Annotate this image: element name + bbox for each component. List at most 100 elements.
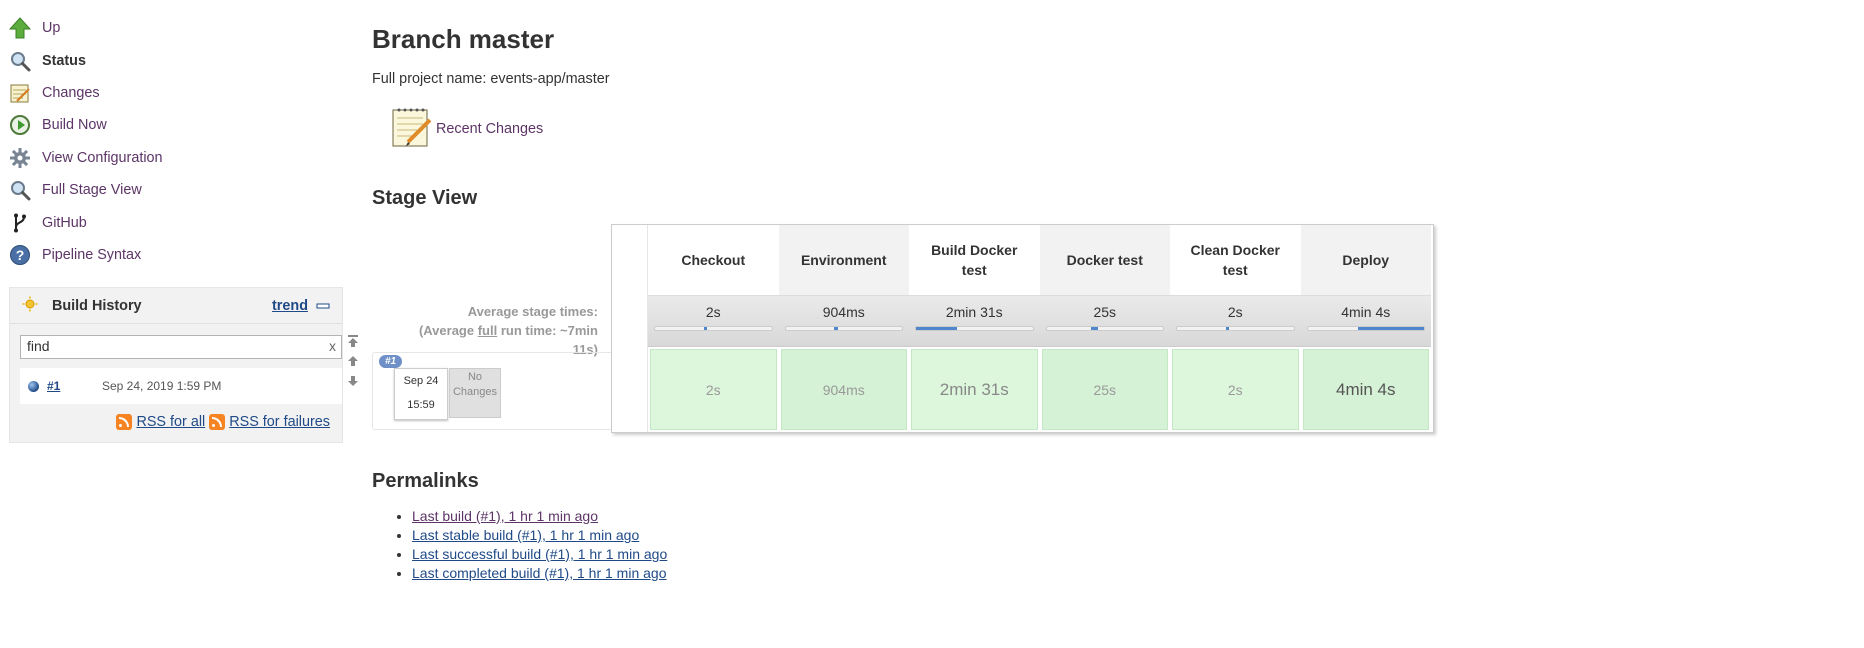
recent-changes-link[interactable]: Recent Changes [436, 121, 543, 137]
history-scroll-controls [346, 334, 362, 391]
run-date-card[interactable]: Sep 24 15:59 [394, 368, 448, 420]
stage-column-checkout: Checkout 2s 2s [648, 225, 779, 432]
stage-average: 904ms [778, 295, 909, 347]
stage-progress-bar [1045, 326, 1164, 331]
stage-column-environment: Environment 904ms 904ms [778, 225, 909, 432]
task-view-configuration-link[interactable]: View Configuration [42, 150, 163, 166]
stage-table-spacer [612, 225, 648, 432]
task-up-link[interactable]: Up [42, 20, 60, 36]
stage-cell[interactable]: 4min 4s [1302, 349, 1429, 430]
git-branch-icon [8, 211, 32, 235]
stage-cell[interactable]: 2s [650, 349, 777, 430]
task-github-link[interactable]: GitHub [42, 215, 87, 231]
permalink-last-stable-build[interactable]: Last stable build (#1), 1 hr 1 min ago [412, 527, 639, 543]
build-date[interactable]: Sep 24, 2019 1:59 PM [102, 379, 221, 393]
task-status[interactable]: Status [8, 44, 338, 76]
stage-column-docker-test: Docker test 25s 25s [1039, 225, 1170, 432]
task-pipeline-syntax[interactable]: ? Pipeline Syntax [8, 239, 338, 271]
stage-cell[interactable]: 904ms [780, 349, 907, 430]
list-item: Last build (#1), 1 hr 1 min ago [412, 507, 667, 526]
run-badge[interactable]: #1 [379, 355, 403, 368]
run-time: 15:59 [407, 399, 435, 411]
help-icon: ? [8, 243, 32, 267]
stage-average: 2s [648, 295, 779, 347]
stage-view-heading: Stage View [372, 187, 478, 209]
stage-progress-bar [915, 326, 1034, 331]
build-row[interactable]: #1 Sep 24, 2019 1:59 PM [20, 368, 342, 404]
notepad-icon [8, 81, 32, 105]
build-history-widget: Build History trend x #1 Sep 24, 2019 1:… [9, 287, 358, 443]
task-changes-link[interactable]: Changes [42, 85, 100, 101]
page-title: Branch master [372, 24, 555, 54]
trend-link[interactable]: trend [272, 298, 308, 314]
stage-column-clean-docker-test: Clean Docker test 2s 2s [1170, 225, 1301, 432]
magnifier-icon [8, 49, 32, 73]
build-number-link[interactable]: #1 [47, 379, 102, 393]
collapse-icon[interactable] [316, 298, 330, 314]
gear-icon [8, 146, 32, 170]
magnifier-icon [8, 178, 32, 202]
recent-changes: Recent Changes [390, 104, 543, 153]
rss-icon [209, 414, 226, 430]
avg-label: Average stage times: [467, 304, 598, 319]
stage-progress-bar [1176, 326, 1295, 331]
task-changes[interactable]: Changes [8, 77, 338, 109]
task-up[interactable]: Up [8, 12, 338, 44]
scroll-top-icon[interactable] [346, 334, 362, 351]
list-item: Last stable build (#1), 1 hr 1 min ago [412, 526, 667, 545]
stage-average: 2min 31s [909, 295, 1040, 347]
full-run-link[interactable]: full [478, 323, 498, 338]
avg-full-run-label: (Average full run time: ~7min [418, 323, 598, 338]
stage-view-table: Checkout 2s 2s Environment 904ms 904ms B… [611, 224, 1434, 433]
permalinks-heading: Permalinks [372, 470, 479, 492]
build-history-header: Build History trend [10, 288, 342, 324]
no-changes-box: No Changes [449, 368, 501, 418]
task-build-now-link[interactable]: Build Now [42, 117, 107, 133]
stage-cell[interactable]: 2s [1172, 349, 1299, 430]
build-search-box: x [20, 335, 342, 359]
main-panel: Branch master Full project name: events-… [372, 0, 1852, 648]
up-arrow-icon [8, 16, 32, 40]
permalink-last-successful-build[interactable]: Last successful build (#1), 1 hr 1 min a… [412, 546, 667, 562]
task-github[interactable]: GitHub [8, 206, 338, 238]
weather-sun-icon [22, 296, 38, 316]
scroll-up-icon[interactable] [346, 354, 362, 371]
stage-header: Clean Docker test [1190, 242, 1280, 278]
stage-cell[interactable]: 2min 31s [911, 349, 1038, 430]
task-full-stage-view-link[interactable]: Full Stage View [42, 182, 142, 198]
permalinks-list: Last build (#1), 1 hr 1 min ago Last sta… [396, 507, 667, 583]
full-project-name: Full project name: events-app/master [372, 71, 610, 87]
rss-links: RSS for all RSS for failures [116, 414, 330, 430]
task-view-configuration[interactable]: View Configuration [8, 142, 338, 174]
notepad-icon [390, 104, 434, 153]
stage-average: 2s [1170, 295, 1301, 347]
task-build-now[interactable]: Build Now [8, 109, 338, 141]
rss-failures-link[interactable]: RSS for failures [229, 414, 330, 430]
stage-column-build-docker-test: Build Docker test 2min 31s 2min 31s [909, 225, 1040, 432]
permalink-last-build[interactable]: Last build (#1), 1 hr 1 min ago [412, 508, 598, 524]
list-item: Last successful build (#1), 1 hr 1 min a… [412, 545, 667, 564]
stage-header: Checkout [681, 252, 746, 268]
svg-text:?: ? [16, 247, 25, 263]
task-status-link[interactable]: Status [42, 53, 86, 69]
clock-play-icon [8, 113, 32, 137]
stage-header: Docker test [1039, 225, 1170, 295]
build-search-input[interactable] [21, 336, 301, 356]
average-stage-times: Average stage times: (Average full run t… [372, 302, 598, 359]
stage-header: Environment [778, 225, 909, 295]
run-date: Sep 24 [403, 375, 439, 387]
build-status-ball-icon [28, 380, 39, 392]
stage-header: Deploy [1300, 225, 1431, 295]
rss-all-link[interactable]: RSS for all [136, 414, 205, 430]
stage-column-deploy: Deploy 4min 4s 4min 4s [1300, 225, 1431, 432]
clear-search-button[interactable]: x [329, 338, 336, 354]
task-pipeline-syntax-link[interactable]: Pipeline Syntax [42, 247, 141, 263]
list-item: Last completed build (#1), 1 hr 1 min ag… [412, 564, 667, 583]
stage-average: 25s [1039, 295, 1170, 347]
permalink-last-completed-build[interactable]: Last completed build (#1), 1 hr 1 min ag… [412, 565, 666, 581]
scroll-down-icon[interactable] [346, 374, 362, 391]
stage-progress-bar [1306, 326, 1425, 331]
stage-cell[interactable]: 25s [1041, 349, 1168, 430]
build-history-title: Build History [52, 297, 142, 314]
task-full-stage-view[interactable]: Full Stage View [8, 174, 338, 206]
